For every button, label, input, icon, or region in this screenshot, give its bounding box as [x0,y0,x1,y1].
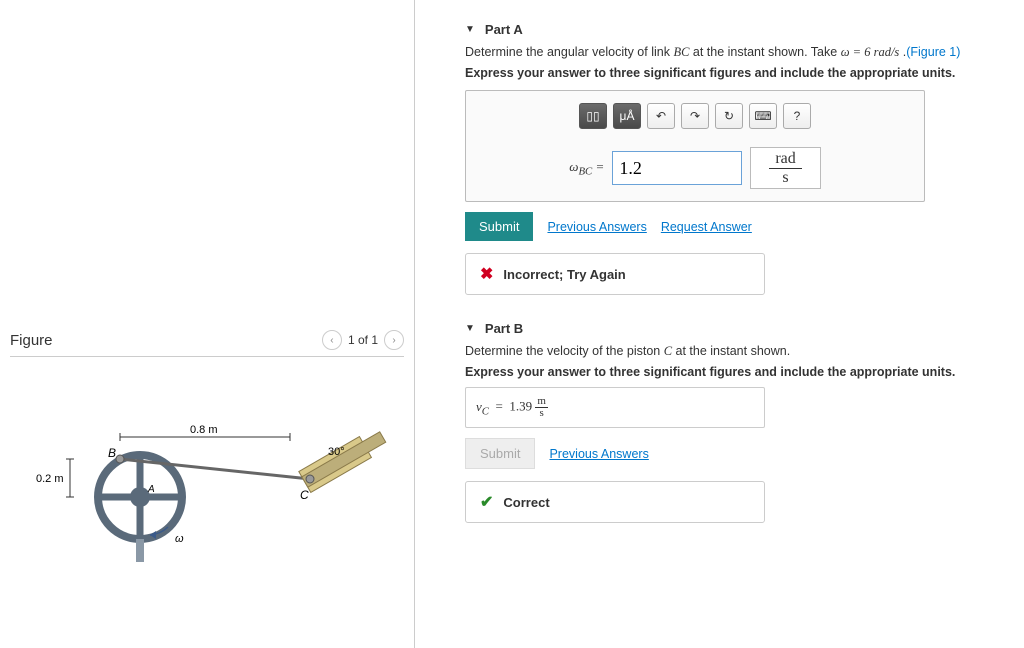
figure-dim-AB: 0.2 m [36,473,64,485]
reset-button[interactable]: ↻ [715,103,743,129]
figure-link[interactable]: (Figure 1) [906,45,960,59]
figure-label-omega: ω [175,533,184,545]
figure-diagram: ω B C A 0.2 m [10,387,404,587]
pager-text: 1 of 1 [348,333,378,347]
part-a-unit-input[interactable]: rad s [750,147,820,189]
part-a-feedback: ✖ Incorrect; Try Again [465,253,765,295]
part-b-feedback: ✔ Correct [465,481,765,523]
part-a-header[interactable]: ▼ Part A [465,22,1004,37]
units-button[interactable]: μÅ [613,103,641,129]
undo-button[interactable]: ↶ [647,103,675,129]
part-a-previous-answers-link[interactable]: Previous Answers [547,220,646,234]
part-b-locked-answer: vC = 1.39 ms [465,387,765,428]
figure-dim-BC: 0.8 m [190,424,218,436]
part-b-express: Express your answer to three significant… [465,365,1004,379]
part-a-prompt: Determine the angular velocity of link B… [465,45,1004,60]
part-a-answer-label: ωBC = [569,159,604,178]
help-button[interactable]: ? [783,103,811,129]
figure-angle: 30° [328,446,345,458]
pager-prev-button[interactable]: ‹ [322,330,342,350]
redo-button[interactable]: ↷ [681,103,709,129]
part-a-answer-box: ▯▯ μÅ ↶ ↷ ↻ ⌨ ? ωBC = rad s [465,90,925,202]
part-a-submit-button[interactable]: Submit [465,212,533,241]
templates-button[interactable]: ▯▯ [579,103,607,129]
pager-next-button[interactable]: › [384,330,404,350]
x-icon: ✖ [480,264,493,284]
keyboard-button[interactable]: ⌨ [749,103,777,129]
part-a-value-input[interactable] [612,151,742,185]
part-b-title: Part B [485,321,523,336]
part-b-submit-button: Submit [465,438,535,469]
figure-label-A: A [147,484,155,495]
figure-pager: ‹ 1 of 1 › [322,330,404,350]
figure-label-B: B [108,446,116,460]
check-icon: ✔ [480,492,493,512]
figure-label-C: C [300,488,309,502]
figure-title: Figure [10,332,53,349]
answer-toolbar: ▯▯ μÅ ↶ ↷ ↻ ⌨ ? [480,103,910,129]
part-a-request-answer-link[interactable]: Request Answer [661,220,752,234]
part-b-previous-answers-link[interactable]: Previous Answers [549,447,648,461]
part-b-prompt: Determine the velocity of the piston C a… [465,344,1004,359]
part-a-title: Part A [485,22,523,37]
chevron-down-icon: ▼ [465,323,475,334]
part-b-header[interactable]: ▼ Part B [465,321,1004,336]
part-a-express: Express your answer to three significant… [465,66,1004,80]
chevron-down-icon: ▼ [465,24,475,35]
